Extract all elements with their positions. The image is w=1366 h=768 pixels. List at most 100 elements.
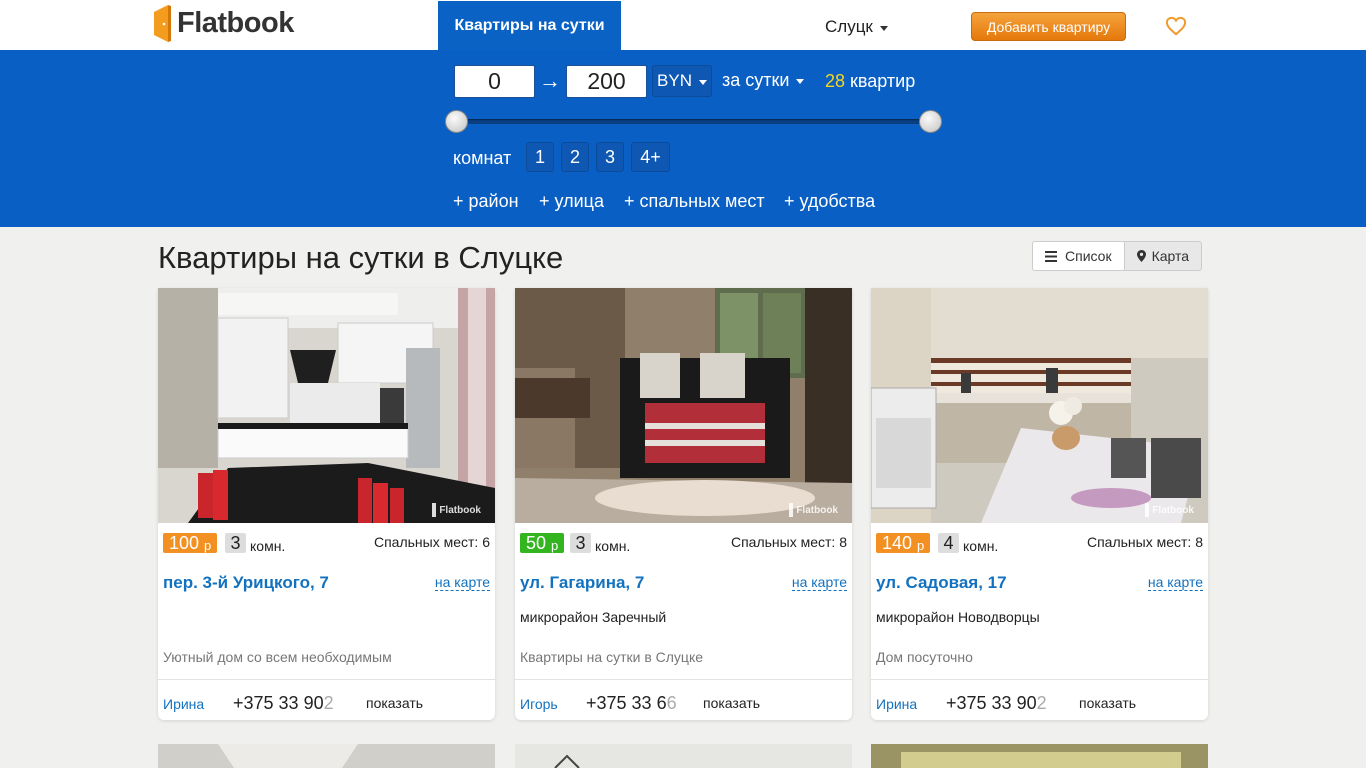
price-max-input[interactable]: 200 (566, 65, 647, 98)
listing-card[interactable]: Flatbook 100 р 3 комн. Спальных мест: 6 п… (158, 288, 495, 720)
view-list-label: Список (1065, 248, 1112, 264)
heart-icon[interactable] (1165, 16, 1187, 36)
phone-number: +375 33 902 (233, 693, 334, 713)
owner-name-link[interactable]: Ирина (163, 696, 204, 712)
sleeping-places: Спальных мест: 8 (1086, 534, 1203, 550)
rooms-badge: 3 (570, 533, 591, 553)
price-currency: р (204, 537, 212, 553)
listing-card[interactable]: Flatbook 140 р 4 комн. Спальных мест: 8 у… (871, 288, 1208, 720)
partial-photo (158, 744, 495, 768)
listing-photo-next[interactable] (871, 744, 1208, 768)
price-value: 100 (169, 532, 200, 553)
filter-amenities-link[interactable]: + удобства (784, 191, 875, 212)
listing-description: Уютный дом со всем необходимым (163, 649, 392, 665)
filter-panel: 0 → 200 BYN за сутки 28 квартир комнат 1… (0, 50, 1366, 227)
tab-apartments-daily[interactable]: Квартиры на сутки (438, 1, 621, 50)
price-min-input[interactable]: 0 (454, 65, 535, 98)
door-logo-icon (154, 4, 171, 42)
rooms-2-button[interactable]: 2 (561, 142, 589, 172)
owner-name-link[interactable]: Игорь (520, 696, 558, 712)
filter-district-link[interactable]: + район (453, 191, 519, 212)
card-divider (515, 679, 852, 680)
listing-photo-next[interactable] (158, 744, 495, 768)
results-count-label: квартир (850, 71, 916, 91)
price-slider-track[interactable] (456, 119, 930, 124)
card-divider (871, 679, 1208, 680)
price-slider-min-handle[interactable] (445, 110, 468, 133)
view-map-label: Карта (1151, 248, 1190, 264)
photo-watermark: Flatbook (432, 503, 481, 517)
show-on-map-link[interactable]: на карте (1147, 574, 1203, 591)
show-on-map-link[interactable]: на карте (434, 574, 490, 591)
logo-text: Flatbook (177, 6, 294, 39)
filter-street-link[interactable]: + улица (539, 191, 604, 212)
listing-card[interactable]: Flatbook 50 р 3 комн. Спальных мест: 8 ул… (515, 288, 852, 720)
currency-dropdown[interactable]: BYN (652, 65, 712, 97)
card-divider (158, 679, 495, 680)
photo-watermark: Flatbook (789, 503, 838, 517)
logo[interactable]: Flatbook (154, 4, 294, 42)
price-value: 50 (526, 532, 547, 553)
rooms-3-button[interactable]: 3 (596, 142, 624, 172)
chevron-down-icon (879, 26, 888, 31)
city-selector[interactable]: Слуцк (825, 17, 888, 37)
listing-district: микрорайон Заречный (520, 609, 667, 625)
kitchen-photo (158, 288, 495, 523)
rooms-label: комнат (453, 148, 512, 168)
sleeping-places: Спальных мест: 6 (373, 534, 490, 550)
filter-beds-link[interactable]: + спальных мест (624, 191, 765, 212)
price-slider-max-handle[interactable] (919, 110, 942, 133)
results-count: 28 квартир (825, 71, 915, 92)
price-currency: р (551, 537, 559, 553)
rooms-4plus-button[interactable]: 4+ (631, 142, 670, 172)
listing-description: Квартиры на сутки в Слуцке (520, 649, 704, 665)
price-badge: 100 р (163, 532, 218, 553)
listing-address-link[interactable]: ул. Гагарина, 7 (520, 573, 644, 593)
view-map-button[interactable]: Карта (1124, 241, 1203, 271)
results-count-number: 28 (825, 71, 846, 91)
listing-district: микрорайон Новодворцы (876, 609, 1040, 625)
chevron-down-icon (796, 79, 805, 84)
map-marker-icon (1136, 250, 1146, 262)
rooms-badge: 3 (225, 533, 246, 553)
period-dropdown[interactable]: за сутки (722, 70, 805, 91)
show-phone-button[interactable]: показать (366, 695, 423, 711)
show-on-map-link[interactable]: на карте (791, 574, 847, 591)
chevron-down-icon (698, 79, 707, 85)
rooms-unit: комн. (595, 538, 631, 554)
show-phone-button[interactable]: показать (703, 695, 760, 711)
rooms-1-button[interactable]: 1 (526, 142, 554, 172)
rooms-unit: комн. (250, 538, 286, 554)
listing-address-link[interactable]: ул. Садовая, 17 (876, 573, 1007, 593)
listing-photo-living-room[interactable]: Flatbook (515, 288, 852, 523)
city-label: Слуцк (825, 17, 873, 36)
page-title: Квартиры на сутки в Слуцке (158, 240, 564, 275)
view-toggle: Список Карта (1032, 241, 1203, 271)
list-icon (1045, 250, 1057, 262)
partial-photo (871, 744, 1208, 768)
currency-label: BYN (657, 71, 692, 90)
living-room-photo (515, 288, 852, 523)
listing-photo-kitchen[interactable]: Flatbook (871, 288, 1208, 523)
listing-photo-next[interactable] (515, 744, 852, 768)
owner-name-link[interactable]: Ирина (876, 696, 917, 712)
photo-watermark: Flatbook (1145, 503, 1194, 517)
top-navbar: Flatbook Квартиры на сутки Слуцк Добавит… (0, 0, 1366, 50)
partial-photo (515, 744, 852, 768)
sleeping-places: Спальных мест: 8 (730, 534, 847, 550)
range-arrow: → (539, 68, 561, 93)
listing-description: Дом посуточно (876, 649, 973, 665)
period-label: за сутки (722, 70, 790, 90)
price-badge: 140 р (876, 532, 931, 553)
add-apartment-button[interactable]: Добавить квартиру (971, 12, 1126, 41)
listing-address-link[interactable]: пер. 3-й Урицкого, 7 (163, 573, 329, 593)
rooms-unit: комн. (963, 538, 999, 554)
show-phone-button[interactable]: показать (1079, 695, 1136, 711)
view-list-button[interactable]: Список (1032, 241, 1125, 271)
phone-number: +375 33 66 (586, 693, 677, 713)
kitchen-photo (871, 288, 1208, 523)
listing-photo-kitchen[interactable]: Flatbook (158, 288, 495, 523)
phone-number: +375 33 902 (946, 693, 1047, 713)
price-value: 140 (882, 532, 913, 553)
price-currency: р (917, 537, 925, 553)
